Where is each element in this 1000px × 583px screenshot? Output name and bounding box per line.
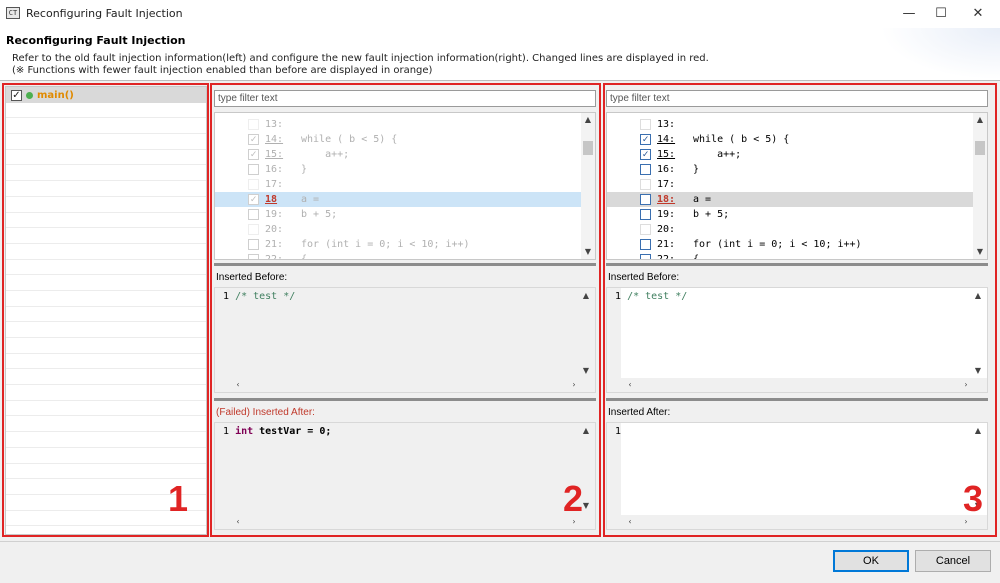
minimize-button[interactable]: —: [894, 4, 924, 24]
annotation-number-1: 1: [168, 478, 189, 519]
annotation-number-3: 3: [963, 478, 984, 519]
cancel-button[interactable]: Cancel: [915, 550, 991, 572]
app-icon: CT: [6, 7, 20, 19]
annotation-number-2: 2: [563, 478, 584, 519]
annotation-box-2: [210, 83, 601, 537]
dialog-note: (※ Functions with fewer fault injection …: [12, 65, 433, 76]
window-title: Reconfiguring Fault Injection: [26, 7, 183, 20]
close-button[interactable]: ✕: [963, 4, 993, 24]
annotation-box-3: [603, 83, 997, 537]
dialog-header: Reconfiguring Fault Injection Refer to t…: [0, 28, 1000, 80]
ok-button[interactable]: OK: [833, 550, 909, 572]
maximize-button[interactable]: ☐: [926, 4, 956, 24]
annotation-box-1: [2, 83, 209, 537]
dialog-footer: OK Cancel: [0, 541, 1000, 583]
dialog-title: Reconfiguring Fault Injection: [6, 34, 186, 47]
dialog-description: Refer to the old fault injection informa…: [12, 53, 709, 64]
title-bar: CT Reconfiguring Fault Injection — ☐ ✕: [0, 0, 1000, 28]
